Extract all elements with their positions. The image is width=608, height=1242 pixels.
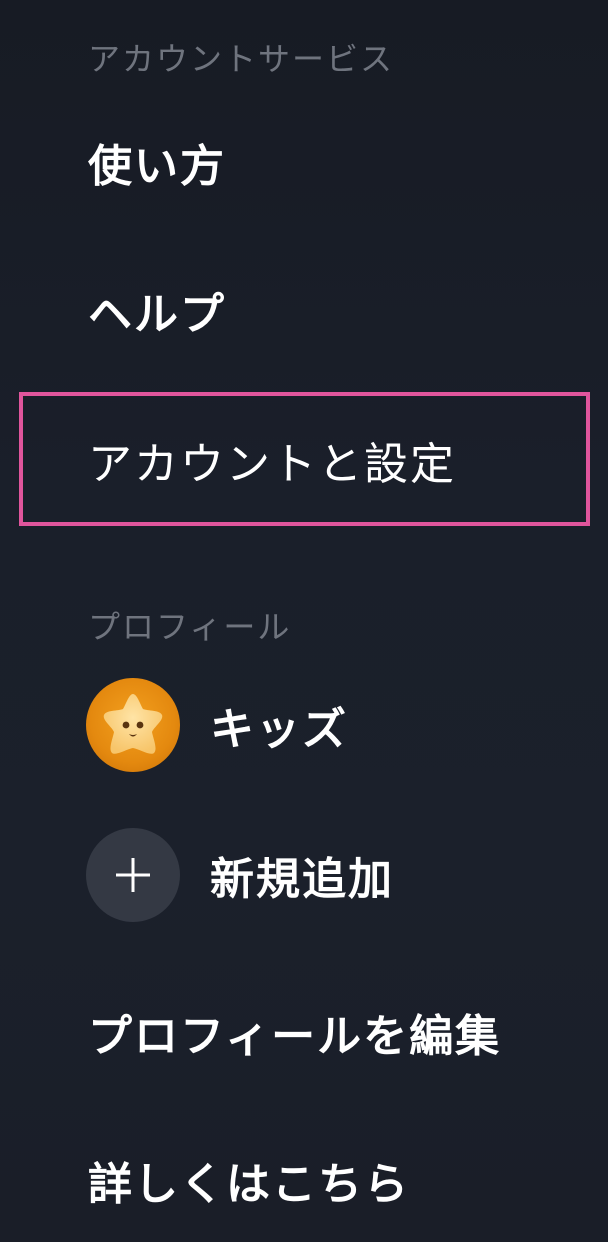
menu-item-help[interactable]: ヘルプ	[88, 278, 226, 342]
profile-add-new[interactable]: 新規追加	[86, 828, 394, 922]
profile-add-new-label: 新規追加	[210, 854, 394, 905]
account-services-header: アカウントサービス	[88, 40, 395, 78]
profiles-header: プロフィール	[88, 608, 292, 646]
star-face-icon	[86, 678, 180, 772]
menu-item-edit-profiles[interactable]: プロフィールを編集	[88, 1000, 501, 1064]
plus-icon	[86, 828, 180, 922]
profile-kids-label: キッズ	[210, 704, 348, 755]
menu-item-how-to-use[interactable]: 使い方	[88, 130, 226, 194]
menu-item-account-settings[interactable]: アカウントと設定	[88, 428, 456, 492]
profile-kids[interactable]: キッズ	[86, 678, 348, 772]
side-menu-panel: アカウントサービス 使い方 ヘルプ アカウントと設定 プロフィール キッズ 新規…	[0, 0, 608, 1242]
menu-item-learn-more[interactable]: 詳しくはこちら	[88, 1148, 410, 1212]
